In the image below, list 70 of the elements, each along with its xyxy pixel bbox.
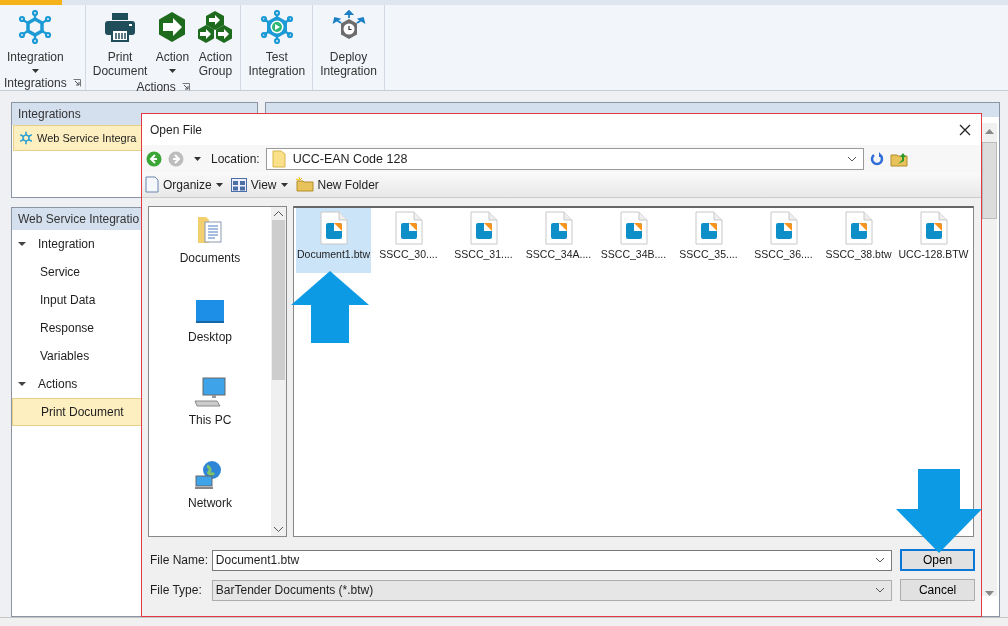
location-label: Location: bbox=[211, 151, 260, 166]
ribbon-button[interactable]: Test Integration bbox=[245, 8, 309, 90]
file-item[interactable]: SSCC_36.... bbox=[746, 208, 821, 273]
grid-icon bbox=[230, 177, 247, 192]
cancel-button[interactable]: Cancel bbox=[900, 579, 975, 601]
hexagon-network-icon bbox=[19, 131, 33, 145]
scroll-thumb[interactable] bbox=[982, 142, 997, 219]
document-icon bbox=[544, 211, 573, 245]
ribbon-button[interactable]: Integration bbox=[4, 8, 67, 75]
ribbon-button[interactable]: Action Group bbox=[194, 8, 237, 80]
file-type-label: File Type: bbox=[150, 583, 203, 597]
file-type-dropdown[interactable]: BarTender Documents (*.btw) bbox=[211, 579, 893, 601]
close-icon[interactable] bbox=[959, 123, 971, 136]
ribbon-button[interactable]: Print Document bbox=[89, 8, 151, 80]
file-name-field[interactable]: Document1.btw bbox=[211, 549, 893, 571]
document-icon bbox=[919, 211, 948, 245]
printer-icon bbox=[103, 10, 138, 44]
refresh-icon[interactable] bbox=[869, 151, 884, 166]
document-icon bbox=[694, 211, 723, 245]
arrow-hexagons-icon bbox=[197, 10, 234, 44]
location-combo[interactable]: UCC-EAN Code 128 bbox=[265, 147, 864, 170]
scroll-up-icon[interactable] bbox=[985, 129, 994, 134]
monitor-icon bbox=[195, 298, 225, 324]
dropdown-arrow-icon bbox=[194, 156, 201, 161]
dialog-launcher-icon[interactable] bbox=[181, 83, 190, 91]
group-label: Actions bbox=[136, 80, 176, 94]
toolbar-button[interactable]: Organize bbox=[145, 176, 223, 193]
place-item[interactable]: Desktop bbox=[188, 298, 232, 344]
group-label: Integrations bbox=[4, 75, 67, 90]
scrollbar[interactable] bbox=[271, 207, 286, 536]
page-icon bbox=[145, 176, 159, 193]
scroll-down-icon[interactable] bbox=[985, 591, 994, 596]
file-item[interactable]: Document1.btw bbox=[296, 208, 371, 273]
new-folder-icon bbox=[295, 177, 314, 192]
place-item[interactable]: Network bbox=[188, 460, 232, 510]
file-item[interactable]: SSCC_34A.... bbox=[521, 208, 596, 273]
file-item[interactable]: SSCC_38.btw bbox=[821, 208, 896, 273]
scroll-down-icon[interactable] bbox=[274, 527, 283, 532]
open-button[interactable]: Open bbox=[900, 549, 975, 571]
document-icon bbox=[844, 211, 873, 245]
document-icon bbox=[394, 211, 423, 245]
file-item[interactable]: UCC-128.BTW bbox=[896, 208, 971, 273]
file-name-label: File Name: bbox=[150, 553, 209, 567]
file-item[interactable]: SSCC_34B.... bbox=[596, 208, 671, 273]
scroll-up-icon[interactable] bbox=[274, 211, 283, 216]
dialog-launcher-icon[interactable] bbox=[72, 78, 81, 87]
document-icon bbox=[769, 211, 798, 245]
toolbar-button[interactable]: View bbox=[230, 177, 288, 192]
expanded-arrow-icon[interactable] bbox=[18, 380, 26, 388]
toolbar-button[interactable]: New Folder bbox=[295, 177, 379, 192]
ribbon-button[interactable]: Deploy Integration bbox=[317, 8, 380, 90]
document-icon bbox=[619, 211, 648, 245]
documents-folder-icon bbox=[196, 215, 224, 245]
chevron-down-icon[interactable] bbox=[875, 587, 886, 593]
file-item[interactable]: SSCC_31.... bbox=[446, 208, 521, 273]
hexagon-play-icon bbox=[259, 10, 294, 44]
file-item[interactable]: SSCC_35.... bbox=[671, 208, 746, 273]
scrollbar[interactable] bbox=[982, 123, 997, 596]
folder-icon bbox=[271, 149, 286, 168]
dialog-title: Open File bbox=[150, 122, 203, 137]
ribbon-button[interactable]: Action bbox=[152, 8, 193, 80]
file-item[interactable]: SSCC_30.... bbox=[371, 208, 446, 273]
chevron-down-icon[interactable] bbox=[875, 557, 886, 563]
computer-icon bbox=[194, 377, 226, 407]
document-icon bbox=[319, 211, 348, 245]
expanded-arrow-icon[interactable] bbox=[18, 240, 26, 248]
document-icon bbox=[469, 211, 498, 245]
chevron-down-icon[interactable] bbox=[846, 155, 857, 162]
hexagon-network-icon bbox=[18, 10, 53, 44]
back-icon[interactable] bbox=[146, 150, 162, 167]
